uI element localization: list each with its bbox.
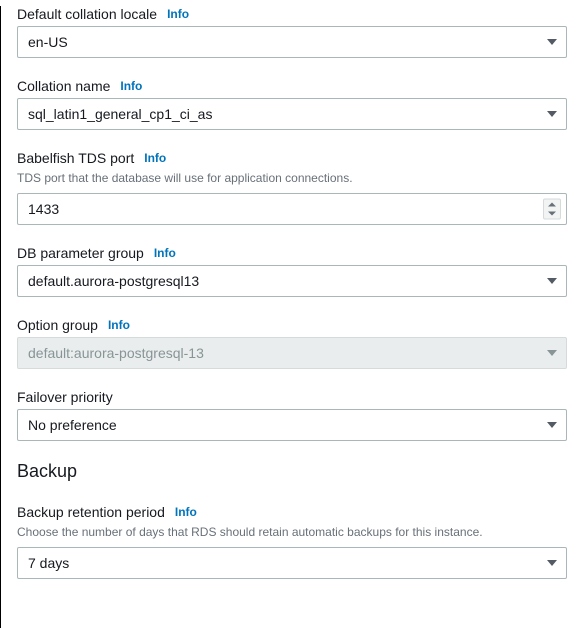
backup-retention-description: Choose the number of days that RDS shoul… bbox=[17, 524, 567, 541]
select-value: 7 days bbox=[17, 547, 567, 579]
info-link[interactable]: Info bbox=[175, 505, 197, 519]
db-param-group-select[interactable]: default.aurora-postgresql13 bbox=[17, 265, 567, 297]
db-param-group-label: DB parameter group bbox=[17, 245, 144, 261]
field-tds-port: Babelfish TDS port Info TDS port that th… bbox=[17, 150, 567, 225]
option-group-select: default:aurora-postgresql-13 bbox=[17, 337, 567, 369]
tds-port-label: Babelfish TDS port bbox=[17, 150, 134, 166]
field-label-row: Option group Info bbox=[17, 317, 567, 333]
spinner-down-button[interactable] bbox=[545, 209, 559, 217]
field-label-row: Default collation locale Info bbox=[17, 6, 567, 22]
tds-port-input[interactable] bbox=[17, 193, 567, 225]
field-option-group: Option group Info default:aurora-postgre… bbox=[17, 317, 567, 369]
field-label-row: Collation name Info bbox=[17, 78, 567, 94]
collation-name-select[interactable]: sql_latin1_general_cp1_ci_as bbox=[17, 98, 567, 130]
info-link[interactable]: Info bbox=[108, 318, 130, 332]
field-collation-locale: Default collation locale Info en-US bbox=[17, 6, 567, 58]
info-link[interactable]: Info bbox=[144, 151, 166, 165]
failover-priority-select[interactable]: No preference bbox=[17, 409, 567, 441]
field-db-param-group: DB parameter group Info default.aurora-p… bbox=[17, 245, 567, 297]
collation-locale-select[interactable]: en-US bbox=[17, 26, 567, 58]
select-value: default.aurora-postgresql13 bbox=[17, 265, 567, 297]
backup-section-heading: Backup bbox=[17, 461, 567, 482]
select-value: en-US bbox=[17, 26, 567, 58]
tds-port-input-wrapper bbox=[17, 193, 567, 225]
field-backup-retention: Backup retention period Info Choose the … bbox=[17, 504, 567, 579]
field-label-row: DB parameter group Info bbox=[17, 245, 567, 261]
select-value: No preference bbox=[17, 409, 567, 441]
field-collation-name: Collation name Info sql_latin1_general_c… bbox=[17, 78, 567, 130]
tds-port-description: TDS port that the database will use for … bbox=[17, 170, 567, 187]
collation-locale-label: Default collation locale bbox=[17, 6, 157, 22]
select-value: sql_latin1_general_cp1_ci_as bbox=[17, 98, 567, 130]
info-link[interactable]: Info bbox=[154, 246, 176, 260]
collation-name-label: Collation name bbox=[17, 78, 110, 94]
info-link[interactable]: Info bbox=[120, 79, 142, 93]
field-label-row: Babelfish TDS port Info bbox=[17, 150, 567, 166]
failover-priority-label: Failover priority bbox=[17, 389, 113, 405]
backup-retention-label: Backup retention period bbox=[17, 504, 165, 520]
number-spinner bbox=[543, 198, 561, 219]
option-group-label: Option group bbox=[17, 317, 98, 333]
spinner-up-button[interactable] bbox=[545, 200, 559, 208]
field-failover-priority: Failover priority No preference bbox=[17, 389, 567, 441]
field-label-row: Backup retention period Info bbox=[17, 504, 567, 520]
select-value: default:aurora-postgresql-13 bbox=[17, 337, 567, 369]
backup-retention-select[interactable]: 7 days bbox=[17, 547, 567, 579]
info-link[interactable]: Info bbox=[167, 7, 189, 21]
field-label-row: Failover priority bbox=[17, 389, 567, 405]
